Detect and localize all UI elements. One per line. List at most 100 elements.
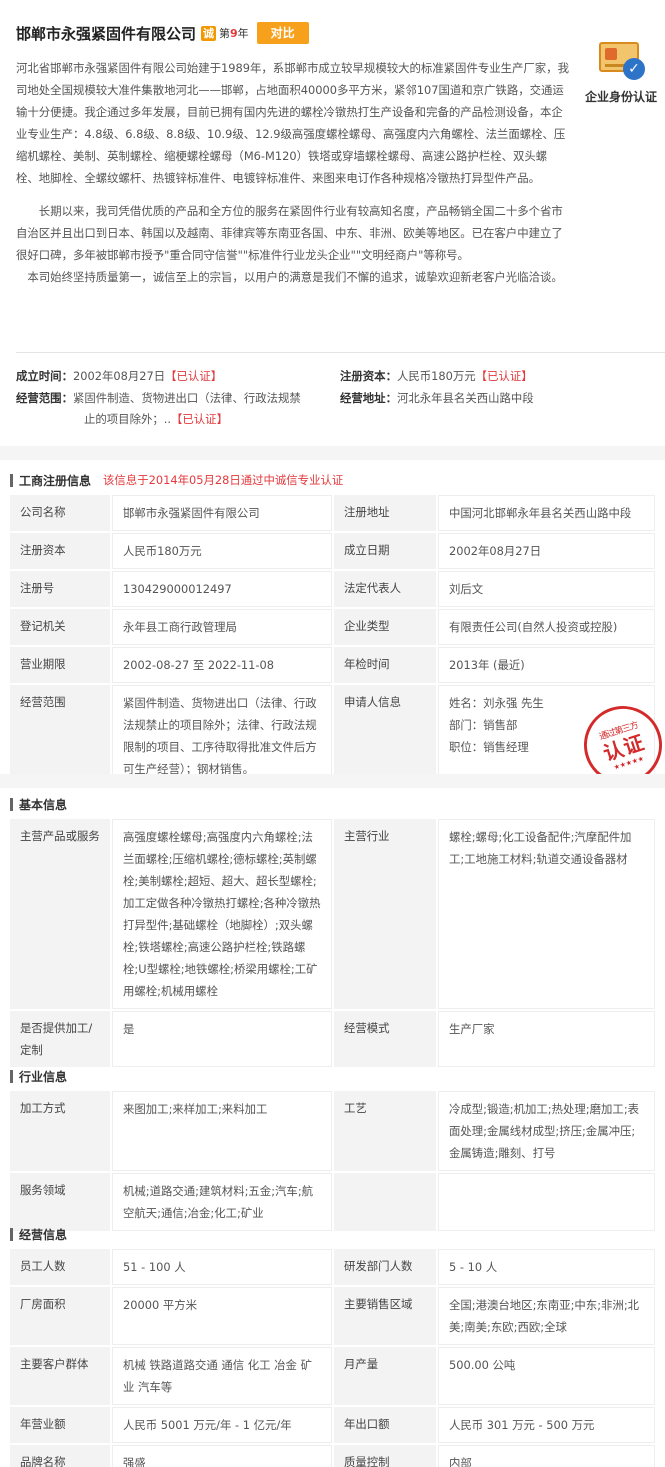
table-row: 经营范围 紧固件制造、货物进出口（法律、行政法规禁止的项目除外；法律、行政法规限… [10,685,655,787]
table-cell-label: 经营模式 [334,1011,436,1067]
business-scope: 紧固件制造、货物进出口（法律、行政法规禁止的项目除外；法律、行政法规限制的项目、… [112,685,332,787]
title-row: 邯郸市永强紧固件有限公司 诚 第9年 对比 [16,22,309,44]
table-row: 主要客户群体 机械 铁路道路交通 通信 化工 冶金 矿业 汽车等 月产量 500.00… [10,1347,655,1405]
table-cell-label: 主要销售区域 [334,1287,436,1345]
table-row: 营业期限 2002-08-27 至 2022-11-08 年检时间 2013年 (最近… [10,647,655,683]
intro-paragraph-1: 河北省邯郸市永强紧固件有限公司始建于1989年，系邯郸市成立较早规模较大的标准紧… [16,61,569,185]
fact-capital: 注册资本：人民币180万元【已认证】 [340,369,533,383]
table-row: 主营产品或服务 高强度螺栓螺母;高强度内六角螺栓;法兰面螺栓;压缩机螺栓;德标螺… [10,819,655,1009]
table-cell-value: 2013年 (最近) [438,647,655,683]
basic-info-table: 主营产品或服务 高强度螺栓螺母;高强度内六角螺栓;法兰面螺栓;压缩机螺栓;德标螺… [8,817,657,1069]
table-cell-value: 人民币180万元 [112,533,332,569]
table-cell-label: 品牌名称 [10,1445,110,1467]
fact-founded: 成立时间：2002年08月27日【已认证】 [16,369,223,383]
table-cell-label: 主要客户群体 [10,1347,110,1405]
operation-info-section: 经营信息 员工人数 51 - 100 人研发部门人数 5 - 10 人 厂房面积 20… [10,1222,655,1467]
table-cell-label: 年检时间 [334,647,436,683]
table-row: 加工方式 来图加工;来样加工;来料加工 工艺 冷成型;锻造;机加工;热处理;磨加… [10,1091,655,1171]
table-cell-value: 2002-08-27 至 2022-11-08 [112,647,332,683]
table-row: 是否提供加工/定制 是 经营模式 生产厂家 [10,1011,655,1067]
identity-verification-label: 企业身份认证 [584,90,657,104]
table-row: 登记机关 永年县工商行政管理局 企业类型 有限责任公司(自然人投资或控股) [10,609,655,645]
registration-header: 工商注册信息 该信息于2014年05月28日通过中诚信专业认证 [10,468,655,493]
table-cell-value: 邯郸市永强紧固件有限公司 [112,495,332,531]
table-cell-value: 51 - 100 人 [112,1249,332,1285]
registration-table: 公司名称 邯郸市永强紧固件有限公司 注册地址 中国河北邯郸永年县名关西山路中段 注册资… [8,493,657,789]
operation-info-table: 员工人数 51 - 100 人研发部门人数 5 - 10 人 厂房面积 20000 平… [8,1247,657,1467]
table-cell-label: 注册资本 [10,533,110,569]
table-cell-value: 永年县工商行政管理局 [112,609,332,645]
main-products: 高强度螺栓螺母;高强度内六角螺栓;法兰面螺栓;压缩机螺栓;德标螺栓;英制螺栓;美… [112,819,332,1009]
compare-button[interactable]: 对比 [256,22,309,44]
table-cell-label: 工艺 [334,1091,436,1171]
section-separator [0,446,665,460]
table-cell-label: 员工人数 [10,1249,110,1285]
company-title[interactable]: 邯郸市永强紧固件有限公司 [16,23,196,44]
basic-info-section: 基本信息 主营产品或服务 高强度螺栓螺母;高强度内六角螺栓;法兰面螺栓;压缩机螺… [10,792,655,1069]
registration-section: 工商注册信息 该信息于2014年05月28日通过中诚信专业认证 公司名称 邯郸市永… [10,468,655,789]
table-cell-label: 是否提供加工/定制 [10,1011,110,1067]
table-cell-label: 成立日期 [334,533,436,569]
table-row: 品牌名称 强盛 质量控制 内部 [10,1445,655,1467]
certified-tag: 已认证 [182,412,217,426]
table-cell-label: 登记机关 [10,609,110,645]
table-row: 注册号 130429000012497 法定代表人 刘后文 [10,571,655,607]
table-cell-value: 刘后文 [438,571,655,607]
table-row: 注册资本 人民币180万元 成立日期 2002年08月27日 [10,533,655,569]
table-cell-value: 500.00 公吨 [438,1347,655,1405]
divider [16,352,665,353]
table-cell-label: 申请人信息 [334,685,436,787]
table-cell-label: 加工方式 [10,1091,110,1171]
company-description: 河北省邯郸市永强紧固件有限公司始建于1989年，系邯郸市成立较早规模较大的标准紧… [16,57,569,288]
table-cell-label: 年出口额 [334,1407,436,1443]
table-cell-label: 公司名称 [10,495,110,531]
registration-cert-note: 该信息于2014年05月28日通过中诚信专业认证 [103,473,344,487]
industry-info-header: 行业信息 [10,1064,655,1089]
fact-scope: 经营范围：紧固件制造、货物进出口（法律、行政法规禁 止的项目除外；..【已认证】 [16,391,301,426]
table-cell-label: 注册地址 [334,495,436,531]
fact-address: 经营地址：河北永年县名关西山路中段 [340,391,534,405]
table-cell-value: 强盛 [112,1445,332,1467]
table-cell-value: 来图加工;来样加工;来料加工 [112,1091,332,1171]
table-cell-value: 冷成型;锻造;机加工;热处理;磨加工;表面处理;金属线材成型;挤压;金属冲压;金… [438,1091,655,1171]
basic-info-title: 基本信息 [19,797,68,812]
operation-info-title: 经营信息 [19,1227,68,1242]
company-intro-area: 邯郸市永强紧固件有限公司 诚 第9年 对比 河北省邯郸市永强紧固件有限公司始建于… [0,0,665,352]
certified-tag: 已认证 [176,369,211,383]
table-cell-label: 注册号 [10,571,110,607]
table-cell-value: 中国河北邯郸永年县名关西山路中段 [438,495,655,531]
section-separator [0,774,665,788]
table-cell-value: 2002年08月27日 [438,533,655,569]
identity-verification[interactable]: ✓ 企业身份认证 [578,40,664,105]
main-products-label[interactable]: 主营产品或服务 [10,819,110,1009]
member-years: 第9年 [219,27,249,40]
table-cell-value: 生产厂家 [438,1011,655,1067]
table-cell-value: 20000 平方米 [112,1287,332,1345]
table-cell-label: 质量控制 [334,1445,436,1467]
table-cell-value: 是 [112,1011,332,1067]
table-cell-label: 月产量 [334,1347,436,1405]
table-cell-value: 有限责任公司(自然人投资或控股) [438,609,655,645]
main-industry: 螺栓;螺母;化工设备配件;汽摩配件加工;工地施工材料;轨道交通设备器材 [438,819,655,1009]
operation-info-header: 经营信息 [10,1222,655,1247]
table-cell-label: 主营行业 [334,819,436,1009]
table-row: 厂房面积 20000 平方米 主要销售区域 全国;港澳台地区;东南亚;中东;非洲;北美… [10,1287,655,1345]
cheng-badge-icon: 诚 [201,25,217,41]
table-cell-value: 机械 铁路道路交通 通信 化工 冶金 矿业 汽车等 [112,1347,332,1405]
table-cell-value: 人民币 301 万元 - 500 万元 [438,1407,655,1443]
table-cell-label: 营业期限 [10,647,110,683]
table-cell-label: 研发部门人数 [334,1249,436,1285]
table-cell-label: 厂房面积 [10,1287,110,1345]
table-cell-label: 经营范围 [10,685,110,787]
table-cell-value: 全国;港澳台地区;东南亚;中东;非洲;北美;南美;东欧;西欧;全球 [438,1287,655,1345]
registration-title: 工商注册信息 [19,473,92,488]
table-cell-label: 年营业额 [10,1407,110,1443]
basic-info-header: 基本信息 [10,792,655,817]
table-cell-value: 130429000012497 [112,571,332,607]
certified-tag: 已认证 [487,369,522,383]
intro-paragraph-3: 本司始终坚持质量第一，诚信至上的宗旨，以用户的满意是我们不懈的追求，诚挚欢迎新老… [27,270,563,284]
table-row: 公司名称 邯郸市永强紧固件有限公司 注册地址 中国河北邯郸永年县名关西山路中段 [10,495,655,531]
table-row: 年营业额 人民币 5001 万元/年 - 1 亿元/年 年出口额 人民币 301 万元… [10,1407,655,1443]
industry-info-section: 行业信息 加工方式 来图加工;来样加工;来料加工 工艺 冷成型;锻造;机加工;热… [10,1064,655,1233]
table-cell-value: 人民币 5001 万元/年 - 1 亿元/年 [112,1407,332,1443]
